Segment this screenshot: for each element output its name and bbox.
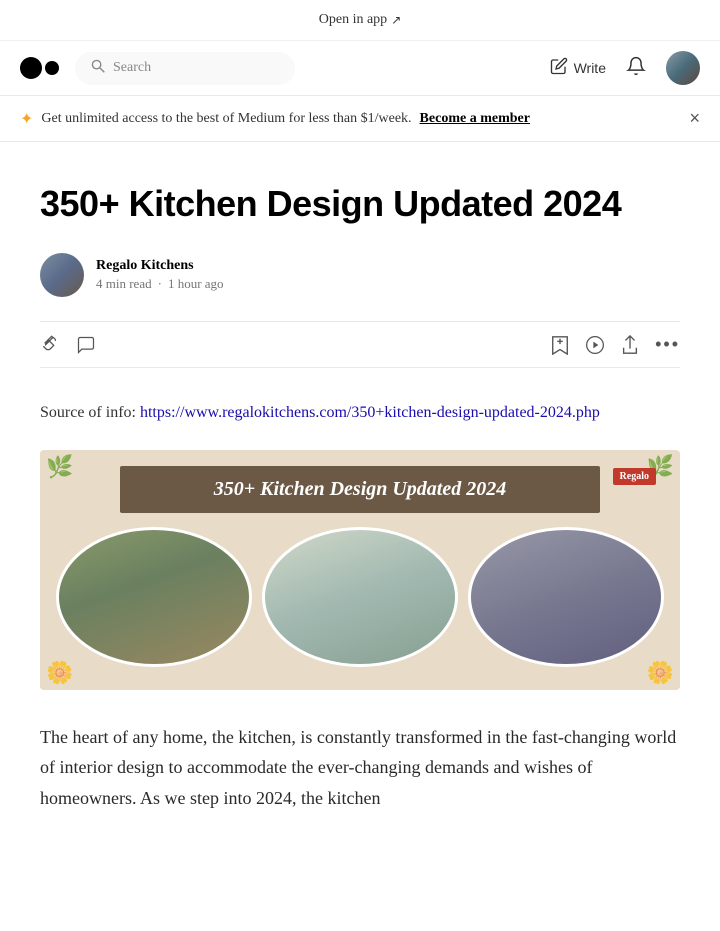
posted-time: 1 hour ago bbox=[168, 276, 224, 292]
star-icon: ✦ bbox=[20, 109, 33, 129]
article-source: Source of info: https://www.regalokitche… bbox=[40, 400, 680, 426]
write-label: Write bbox=[574, 60, 606, 76]
listen-button[interactable] bbox=[585, 335, 605, 355]
avatar[interactable] bbox=[666, 51, 700, 85]
flowers-tl-icon: 🌿 bbox=[46, 454, 73, 480]
search-placeholder-text: Search bbox=[113, 60, 151, 76]
author-avatar[interactable] bbox=[40, 253, 84, 297]
kitchen-banner-title: 350+ Kitchen Design Updated 2024 bbox=[120, 466, 600, 513]
notifications-icon[interactable] bbox=[626, 56, 646, 81]
flowers-bl-icon: 🌼 bbox=[46, 660, 73, 686]
search-bar[interactable]: Search bbox=[75, 52, 295, 85]
bookmark-button[interactable] bbox=[551, 335, 569, 355]
kitchen-photo-1 bbox=[56, 527, 252, 667]
write-button[interactable]: Write bbox=[550, 57, 606, 80]
kitchen-banner-graphic: 🌿 🌿 350+ Kitchen Design Updated 2024 Reg… bbox=[40, 450, 680, 690]
open-in-app-text: Open in app bbox=[319, 12, 387, 28]
banner-content: ✦ Get unlimited access to the best of Me… bbox=[20, 109, 530, 129]
avatar-image bbox=[666, 51, 700, 85]
navbar-actions: Write bbox=[550, 51, 700, 85]
banner-close-button[interactable]: × bbox=[689, 108, 700, 129]
read-time: 4 min read bbox=[96, 276, 152, 292]
navbar: Search Write bbox=[0, 41, 720, 96]
medium-logo[interactable] bbox=[20, 57, 59, 79]
logo-dot-large bbox=[20, 57, 42, 79]
author-info: Regalo Kitchens 4 min read · 1 hour ago bbox=[96, 258, 224, 292]
article-container: 350+ Kitchen Design Updated 2024 Regalo … bbox=[20, 142, 700, 854]
source-link[interactable]: https://www.regalokitchens.com/350+kitch… bbox=[140, 404, 600, 421]
kitchen-photos-row bbox=[56, 527, 664, 667]
banner-text: Get unlimited access to the best of Medi… bbox=[41, 111, 411, 127]
become-member-link[interactable]: Become a member bbox=[420, 111, 530, 127]
author-meta: 4 min read · 1 hour ago bbox=[96, 276, 224, 292]
logo-dot-small bbox=[45, 61, 59, 75]
article-title: 350+ Kitchen Design Updated 2024 bbox=[40, 182, 680, 225]
membership-banner: ✦ Get unlimited access to the best of Me… bbox=[0, 96, 720, 142]
clap-button[interactable] bbox=[40, 335, 60, 355]
action-bar-right: ••• bbox=[551, 334, 680, 355]
flowers-br-icon: 🌼 bbox=[647, 660, 674, 686]
author-row: Regalo Kitchens 4 min read · 1 hour ago bbox=[40, 253, 680, 297]
edit-icon bbox=[550, 57, 568, 80]
kitchen-photo-2 bbox=[262, 527, 458, 667]
article-image: 🌿 🌿 350+ Kitchen Design Updated 2024 Reg… bbox=[40, 450, 680, 690]
regalo-logo: Regalo bbox=[613, 468, 656, 485]
ellipsis-icon: ••• bbox=[655, 334, 680, 355]
external-link-icon: ↗ bbox=[391, 13, 401, 28]
comment-button[interactable] bbox=[76, 335, 96, 355]
meta-separator: · bbox=[158, 276, 162, 292]
open-in-app-bar: Open in app ↗ bbox=[0, 0, 720, 41]
search-icon bbox=[91, 59, 105, 78]
share-button[interactable] bbox=[621, 335, 639, 355]
article-body: The heart of any home, the kitchen, is c… bbox=[40, 722, 680, 814]
source-label: Source of info: bbox=[40, 404, 136, 421]
author-name[interactable]: Regalo Kitchens bbox=[96, 258, 224, 274]
open-in-app-link[interactable]: Open in app ↗ bbox=[319, 12, 402, 28]
action-bar-left bbox=[40, 335, 96, 355]
kitchen-photo-3 bbox=[468, 527, 664, 667]
more-options-button[interactable]: ••• bbox=[655, 334, 680, 355]
action-bar: ••• bbox=[40, 321, 680, 368]
